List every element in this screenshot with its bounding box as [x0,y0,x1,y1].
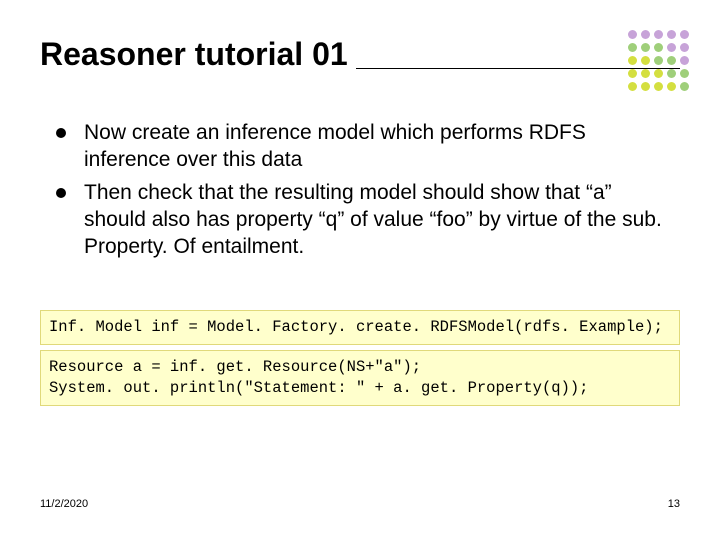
decor-dot [680,43,689,52]
title-row: Reasoner tutorial 01 [40,36,680,73]
slide: Reasoner tutorial 01 Now create an infer… [0,0,720,540]
decor-dot [654,56,663,65]
code-block-2-wrap: Resource a = inf. get. Resource(NS+"a");… [40,350,680,406]
footer-page-number: 13 [668,498,680,510]
code-block-1: Inf. Model inf = Model. Factory. create.… [40,310,680,345]
code-block-1-wrap: Inf. Model inf = Model. Factory. create.… [40,310,680,345]
content-area: Now create an inference model which perf… [56,120,664,266]
decor-dot [641,43,650,52]
decor-dots [628,30,690,92]
decor-dot [654,30,663,39]
code-block-2: Resource a = inf. get. Resource(NS+"a");… [40,350,680,406]
decor-dot [667,30,676,39]
decor-dot [641,82,650,91]
slide-title: Reasoner tutorial 01 [40,36,348,73]
footer-date: 11/2/2020 [40,498,88,510]
list-item: Then check that the resulting model shou… [56,180,664,261]
decor-dot [628,43,637,52]
decor-dot [667,56,676,65]
decor-dot [628,56,637,65]
decor-dot [680,30,689,39]
list-item: Now create an inference model which perf… [56,120,664,174]
decor-dot [654,43,663,52]
decor-dot [680,69,689,78]
decor-dot [641,69,650,78]
decor-dot [667,43,676,52]
decor-dot [641,56,650,65]
decor-dot [628,82,637,91]
bullet-list: Now create an inference model which perf… [56,120,664,260]
decor-dot [628,30,637,39]
decor-dot [654,82,663,91]
decor-dot [680,56,689,65]
decor-dot [667,69,676,78]
decor-dot [680,82,689,91]
decor-dot [667,82,676,91]
decor-dot [654,69,663,78]
decor-dot [641,30,650,39]
decor-dot [628,69,637,78]
